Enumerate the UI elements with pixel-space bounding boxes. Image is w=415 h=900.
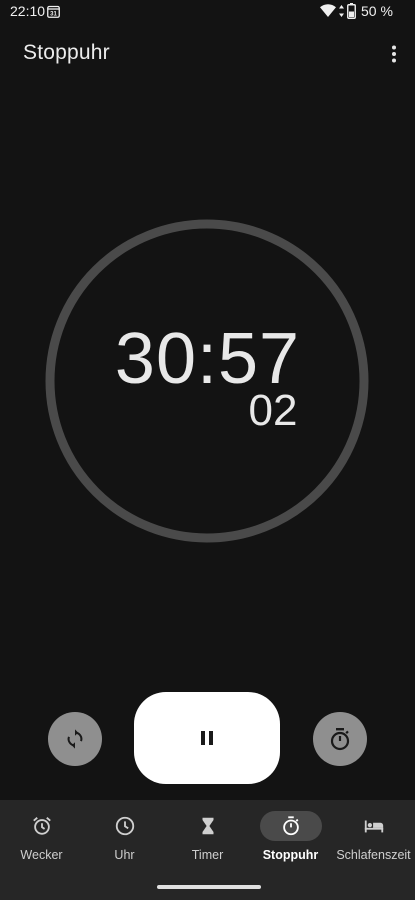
clock-icon xyxy=(115,816,134,836)
nav-item-uhr[interactable]: Uhr xyxy=(83,810,166,870)
reset-icon xyxy=(67,729,83,749)
pause-button[interactable] xyxy=(134,692,280,784)
nav-label: Timer xyxy=(191,848,224,862)
status-bar: 22:10 31 50 % xyxy=(0,0,415,24)
home-indicator[interactable] xyxy=(157,885,261,889)
calendar-icon: 31 xyxy=(47,5,60,18)
nav-item-stoppuhr[interactable]: Stoppuhr xyxy=(249,810,332,870)
lap-timer-icon xyxy=(330,728,350,751)
battery-icon xyxy=(347,3,356,19)
hourglass-icon xyxy=(202,817,213,835)
bed-icon xyxy=(364,820,383,833)
more-vert-icon xyxy=(392,45,396,63)
alarm-icon xyxy=(32,817,51,835)
stopwatch-icon xyxy=(282,816,299,836)
wifi-icon xyxy=(320,4,336,17)
battery-percentage: 50 % xyxy=(361,3,393,19)
nav-label: Schlafenszeit xyxy=(336,848,411,862)
reset-button[interactable] xyxy=(48,712,102,766)
elapsed-time: 30:57 xyxy=(114,319,301,399)
calendar-day: 31 xyxy=(50,12,57,18)
lap-button[interactable] xyxy=(313,712,367,766)
more-options-button[interactable] xyxy=(380,40,408,68)
pause-icon xyxy=(201,731,213,745)
status-time: 22:10 xyxy=(10,3,46,19)
nav-label: Stoppuhr xyxy=(262,848,319,862)
elapsed-hundredths: 02 xyxy=(248,386,298,435)
nav-label: Uhr xyxy=(114,848,135,862)
nav-item-wecker[interactable]: Wecker xyxy=(0,810,83,870)
data-arrows-icon xyxy=(339,5,344,17)
page-title: Stoppuhr xyxy=(23,41,110,64)
nav-label: Wecker xyxy=(20,848,63,862)
nav-item-timer[interactable]: Timer xyxy=(166,810,249,870)
nav-item-schlafenszeit[interactable]: Schlafenszeit xyxy=(332,810,415,870)
